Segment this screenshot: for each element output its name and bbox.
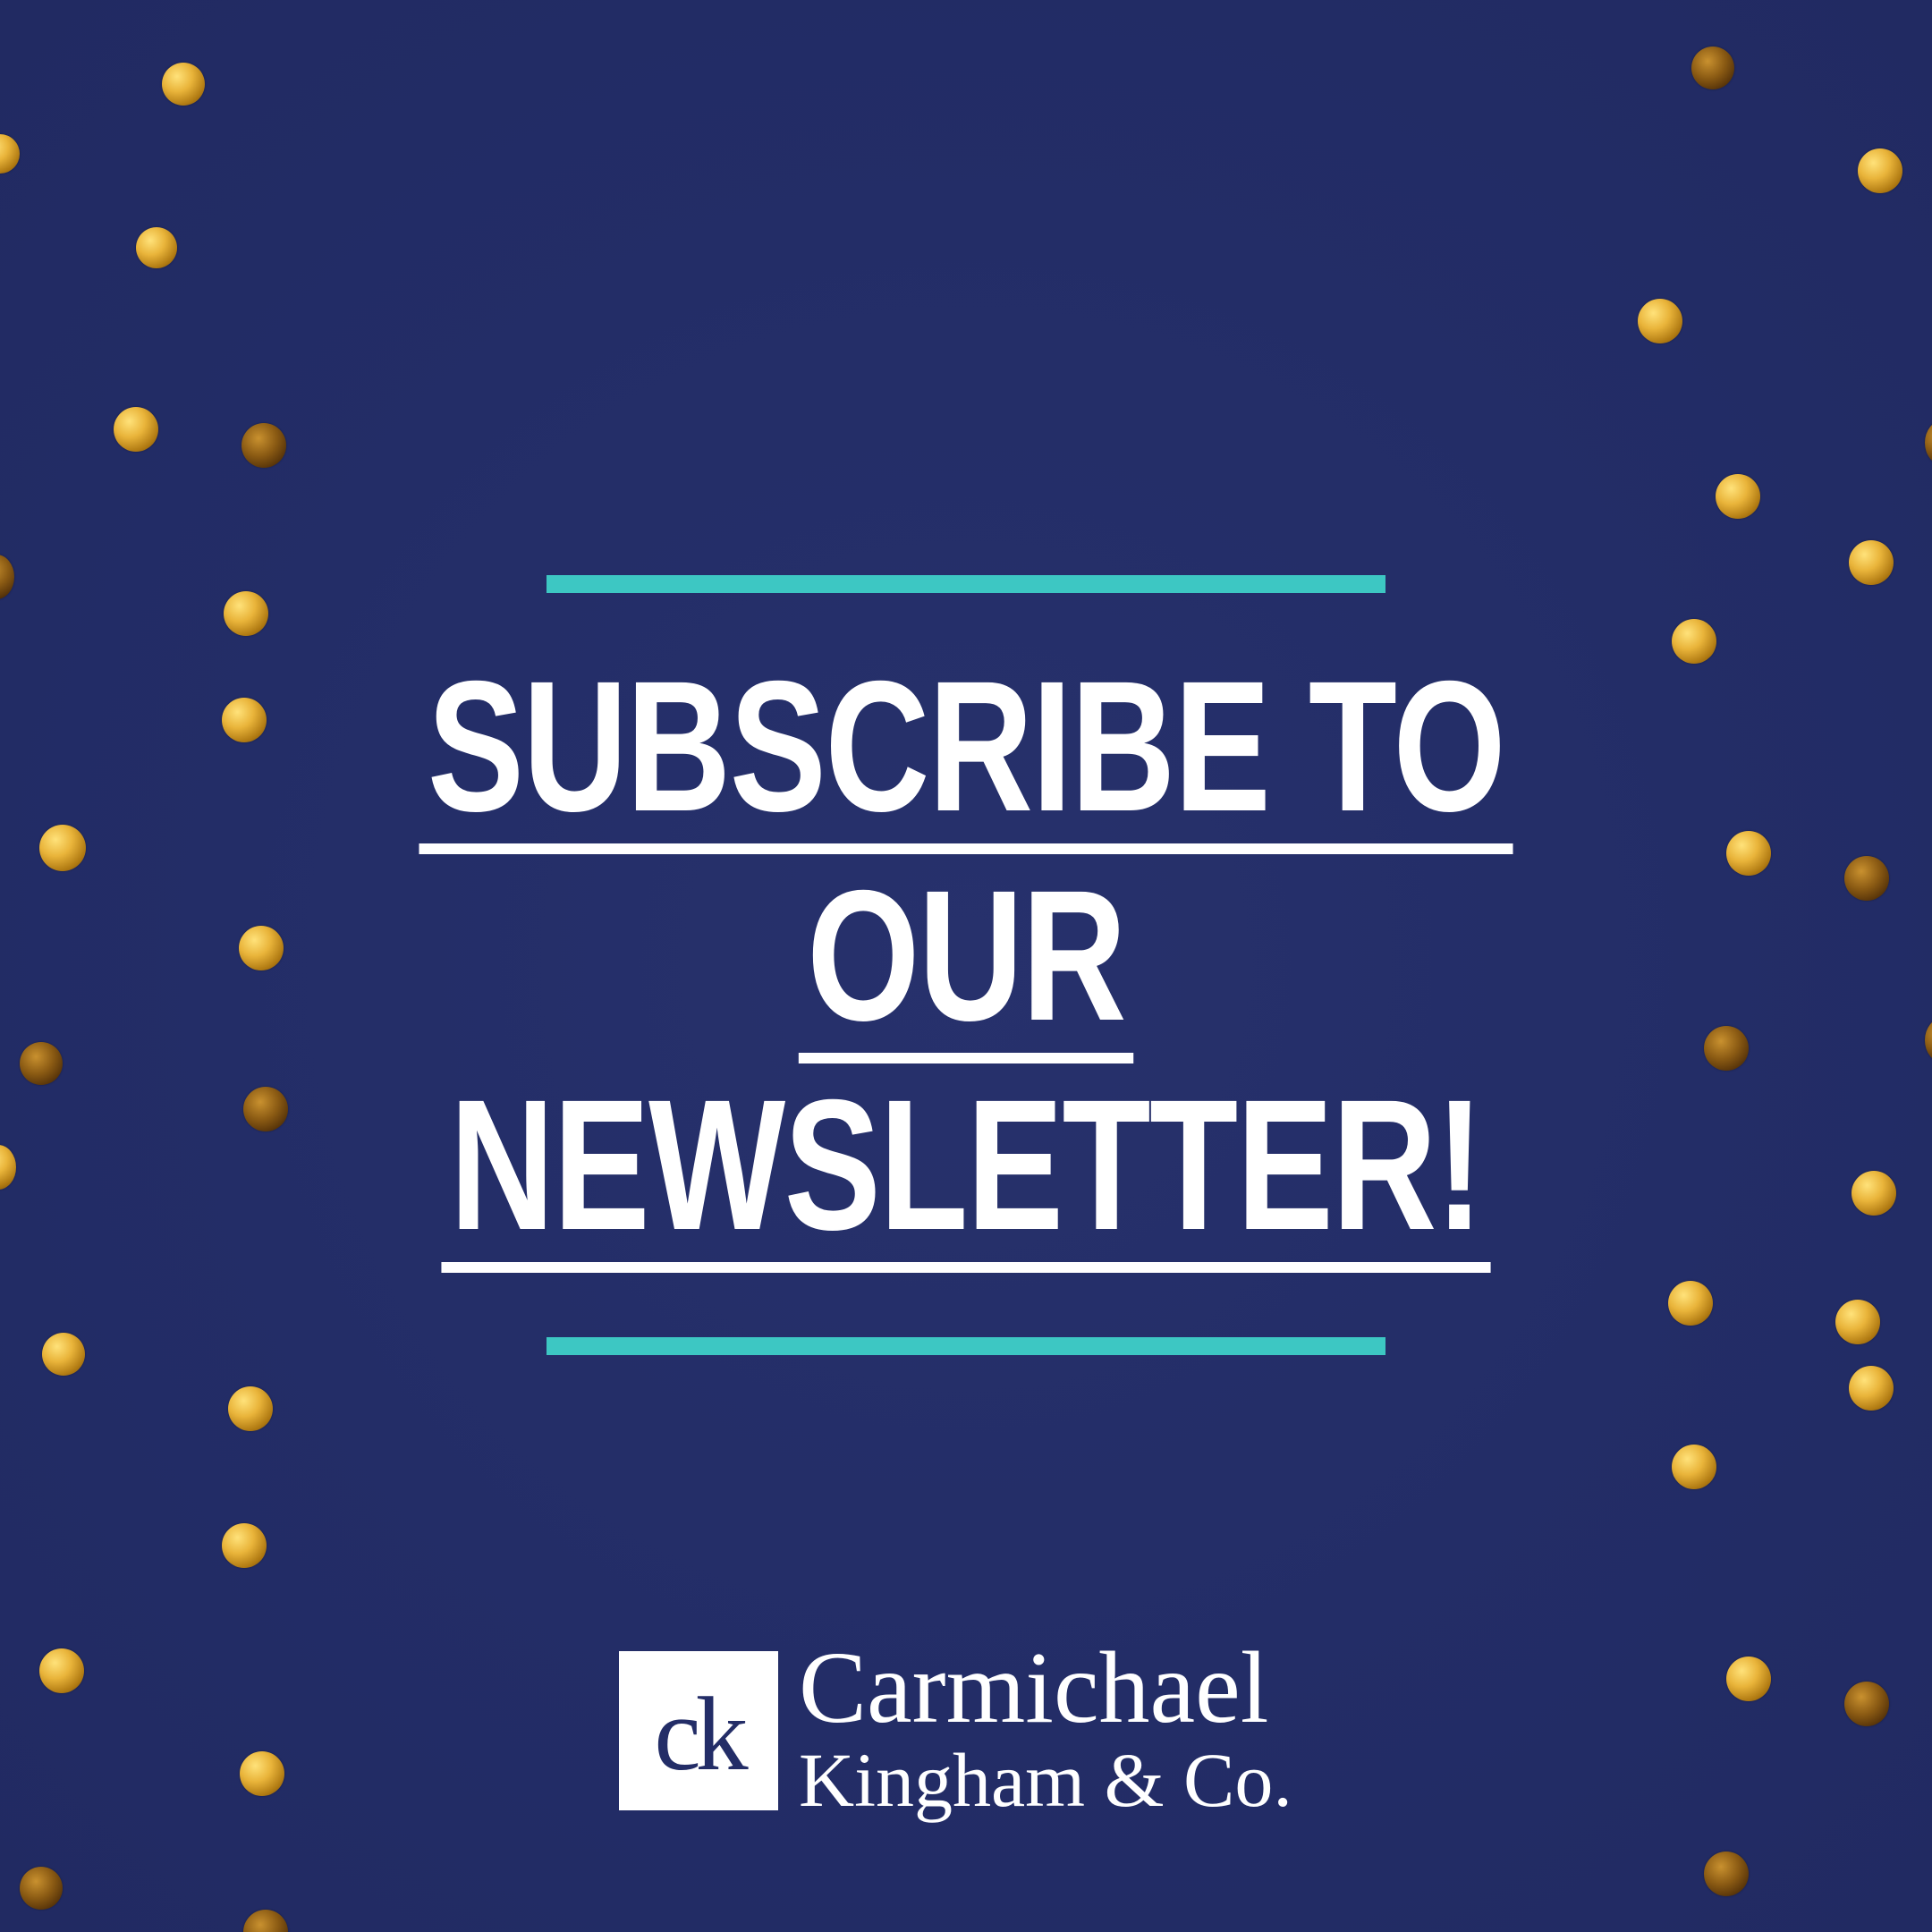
brand-name-line-2: Kingham & Co.: [799, 1737, 1292, 1823]
confetti-dot: [1849, 1366, 1894, 1411]
confetti-dot: [162, 63, 205, 106]
confetti-dot: [240, 1751, 284, 1796]
confetti-dot: [0, 134, 20, 174]
confetti-dot: [242, 423, 286, 468]
confetti-dot: [42, 1333, 85, 1376]
confetti-dot: [1726, 1657, 1771, 1701]
confetti-dot: [1849, 540, 1894, 585]
headline-line-2: OUR: [798, 863, 1134, 1063]
confetti-dot: [1672, 1445, 1716, 1489]
confetti-dot: [1704, 1852, 1749, 1896]
confetti-dot: [228, 1386, 273, 1431]
confetti-dot: [1925, 420, 1932, 465]
brand-logo-mark: ck: [619, 1651, 778, 1810]
headline: SUBSCRIBE TO OUR NEWSLETTER!: [0, 654, 1932, 1285]
headline-line-3: NEWSLETTER!: [441, 1072, 1491, 1273]
confetti-dot: [39, 1648, 84, 1693]
newsletter-promo-graphic: SUBSCRIBE TO OUR NEWSLETTER! ck Carmicha…: [0, 0, 1932, 1932]
confetti-dot: [222, 1523, 267, 1568]
confetti-dot: [1844, 1682, 1889, 1726]
confetti-dot: [224, 591, 268, 636]
confetti-dot: [1835, 1300, 1880, 1344]
bottom-accent-rule: [547, 1337, 1385, 1355]
confetti-dot: [1668, 1281, 1713, 1326]
brand-monogram: ck: [654, 1675, 748, 1792]
ck-monogram-icon: ck: [654, 1675, 753, 1792]
top-accent-rule: [547, 575, 1385, 593]
confetti-dot: [136, 227, 177, 268]
confetti-dot: [1691, 47, 1734, 89]
confetti-dot: [114, 407, 158, 452]
confetti-dot: [243, 1910, 288, 1932]
confetti-dot: [1638, 299, 1682, 343]
confetti-dot: [20, 1867, 63, 1910]
confetti-dot: [1858, 148, 1902, 193]
brand-wordmark: Carmichael Kingham & Co.: [799, 1631, 1292, 1823]
brand-name-line-1: Carmichael: [799, 1631, 1269, 1744]
confetti-dot: [0, 555, 14, 599]
confetti-dot: [1716, 474, 1760, 519]
headline-line-1: SUBSCRIBE TO: [419, 654, 1513, 854]
